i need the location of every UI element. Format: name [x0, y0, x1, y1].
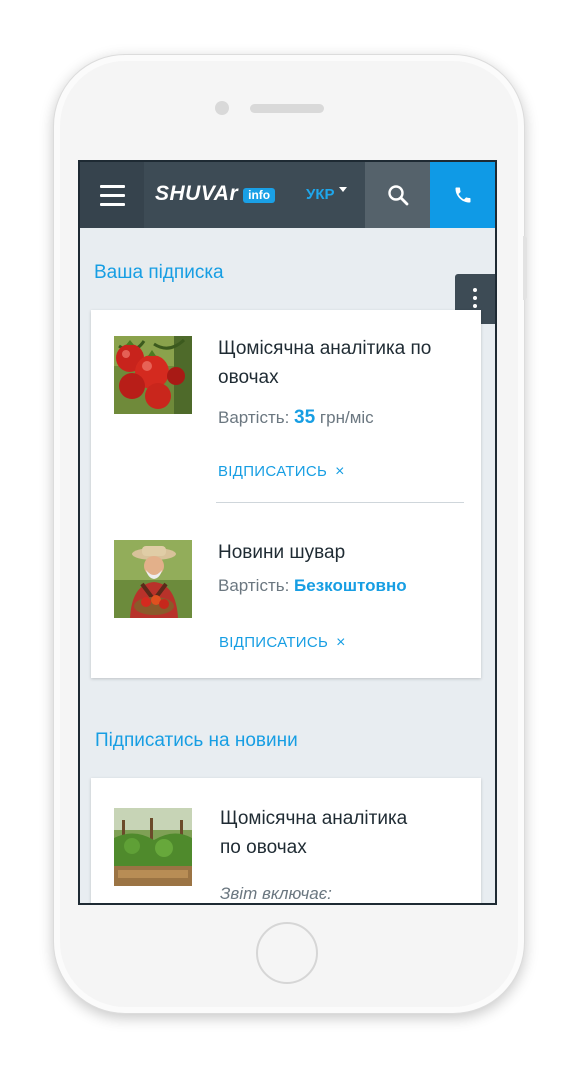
logo-text: SHUVAr: [155, 182, 239, 205]
offer-title-line: по овочах: [220, 837, 307, 858]
price-label: Вартість:: [218, 408, 290, 427]
unsubscribe-button[interactable]: ВІДПИСАТИСЬ ×: [218, 463, 345, 481]
section-title-subscribe-news: Підписатись на новини: [95, 730, 298, 751]
phone-camera: [215, 101, 229, 115]
unsubscribe-button[interactable]: ВІДПИСАТИСЬ ×: [219, 634, 346, 652]
phone-home-button[interactable]: [256, 922, 318, 984]
menu-button[interactable]: [80, 162, 144, 228]
language-selector[interactable]: УКР: [306, 186, 347, 203]
subscription-card: Щомісячна аналітика по овочах Вартість: …: [91, 310, 481, 678]
price-label: Вартість:: [218, 576, 290, 595]
more-vertical-icon: [473, 304, 477, 308]
offer-title-line: Щомісячна аналітика: [220, 808, 408, 829]
caret-down-icon: [338, 187, 347, 192]
subscription-title-line: овочах: [218, 367, 279, 388]
news-offer-card: Щомісячна аналітика по овочах Звіт включ…: [91, 778, 481, 903]
offer-title: Щомісячна аналітика по овочах: [220, 804, 407, 862]
subscription-price: Вартість: 35 грн/міс: [218, 407, 374, 429]
phone-side-button: [523, 236, 527, 300]
section-title-subscription: Ваша підписка: [94, 262, 224, 283]
tomatoes-image: [114, 336, 192, 414]
menu-icon: [100, 203, 125, 206]
phone-screen: SHUVAr info УКР Ваша підписка Щомісячна …: [78, 160, 497, 905]
unsubscribe-label: ВІДПИСАТИСЬ: [218, 463, 328, 480]
more-vertical-icon: [473, 288, 477, 292]
greenhouse-image: [114, 808, 192, 886]
price-value: 35: [294, 407, 316, 428]
app-viewport: SHUVAr info УКР Ваша підписка Щомісячна …: [80, 162, 495, 903]
close-icon: ×: [336, 634, 346, 651]
subscription-title-line: Щомісячна аналітика по: [218, 338, 432, 359]
subscription-title: Новини шувар: [218, 538, 345, 567]
search-icon: [387, 185, 408, 206]
subscription-title: Щомісячна аналітика по овочах: [218, 334, 431, 392]
language-label: УКР: [306, 186, 335, 203]
subscription-price: Вартість: Безкоштовно: [218, 576, 407, 596]
more-vertical-icon: [473, 296, 477, 300]
phone-speaker: [250, 104, 324, 113]
divider: [216, 502, 464, 503]
farmer-image: [114, 540, 192, 618]
menu-icon: [100, 185, 125, 188]
logo[interactable]: SHUVAr info: [155, 182, 276, 206]
subscription-title-line: Новини шувар: [218, 542, 346, 563]
unsubscribe-label: ВІДПИСАТИСЬ: [219, 634, 329, 651]
app-header: SHUVAr info УКР: [80, 162, 495, 228]
offer-includes-label: Звіт включає:: [220, 884, 332, 903]
close-icon: ×: [335, 463, 345, 480]
search-button[interactable]: [365, 162, 430, 228]
phone-icon: [455, 187, 470, 203]
price-unit: грн/міс: [319, 408, 374, 427]
logo-badge: info: [243, 188, 276, 203]
call-button[interactable]: [430, 162, 495, 228]
price-value: Безкоштовно: [294, 576, 407, 595]
menu-icon: [100, 194, 125, 197]
